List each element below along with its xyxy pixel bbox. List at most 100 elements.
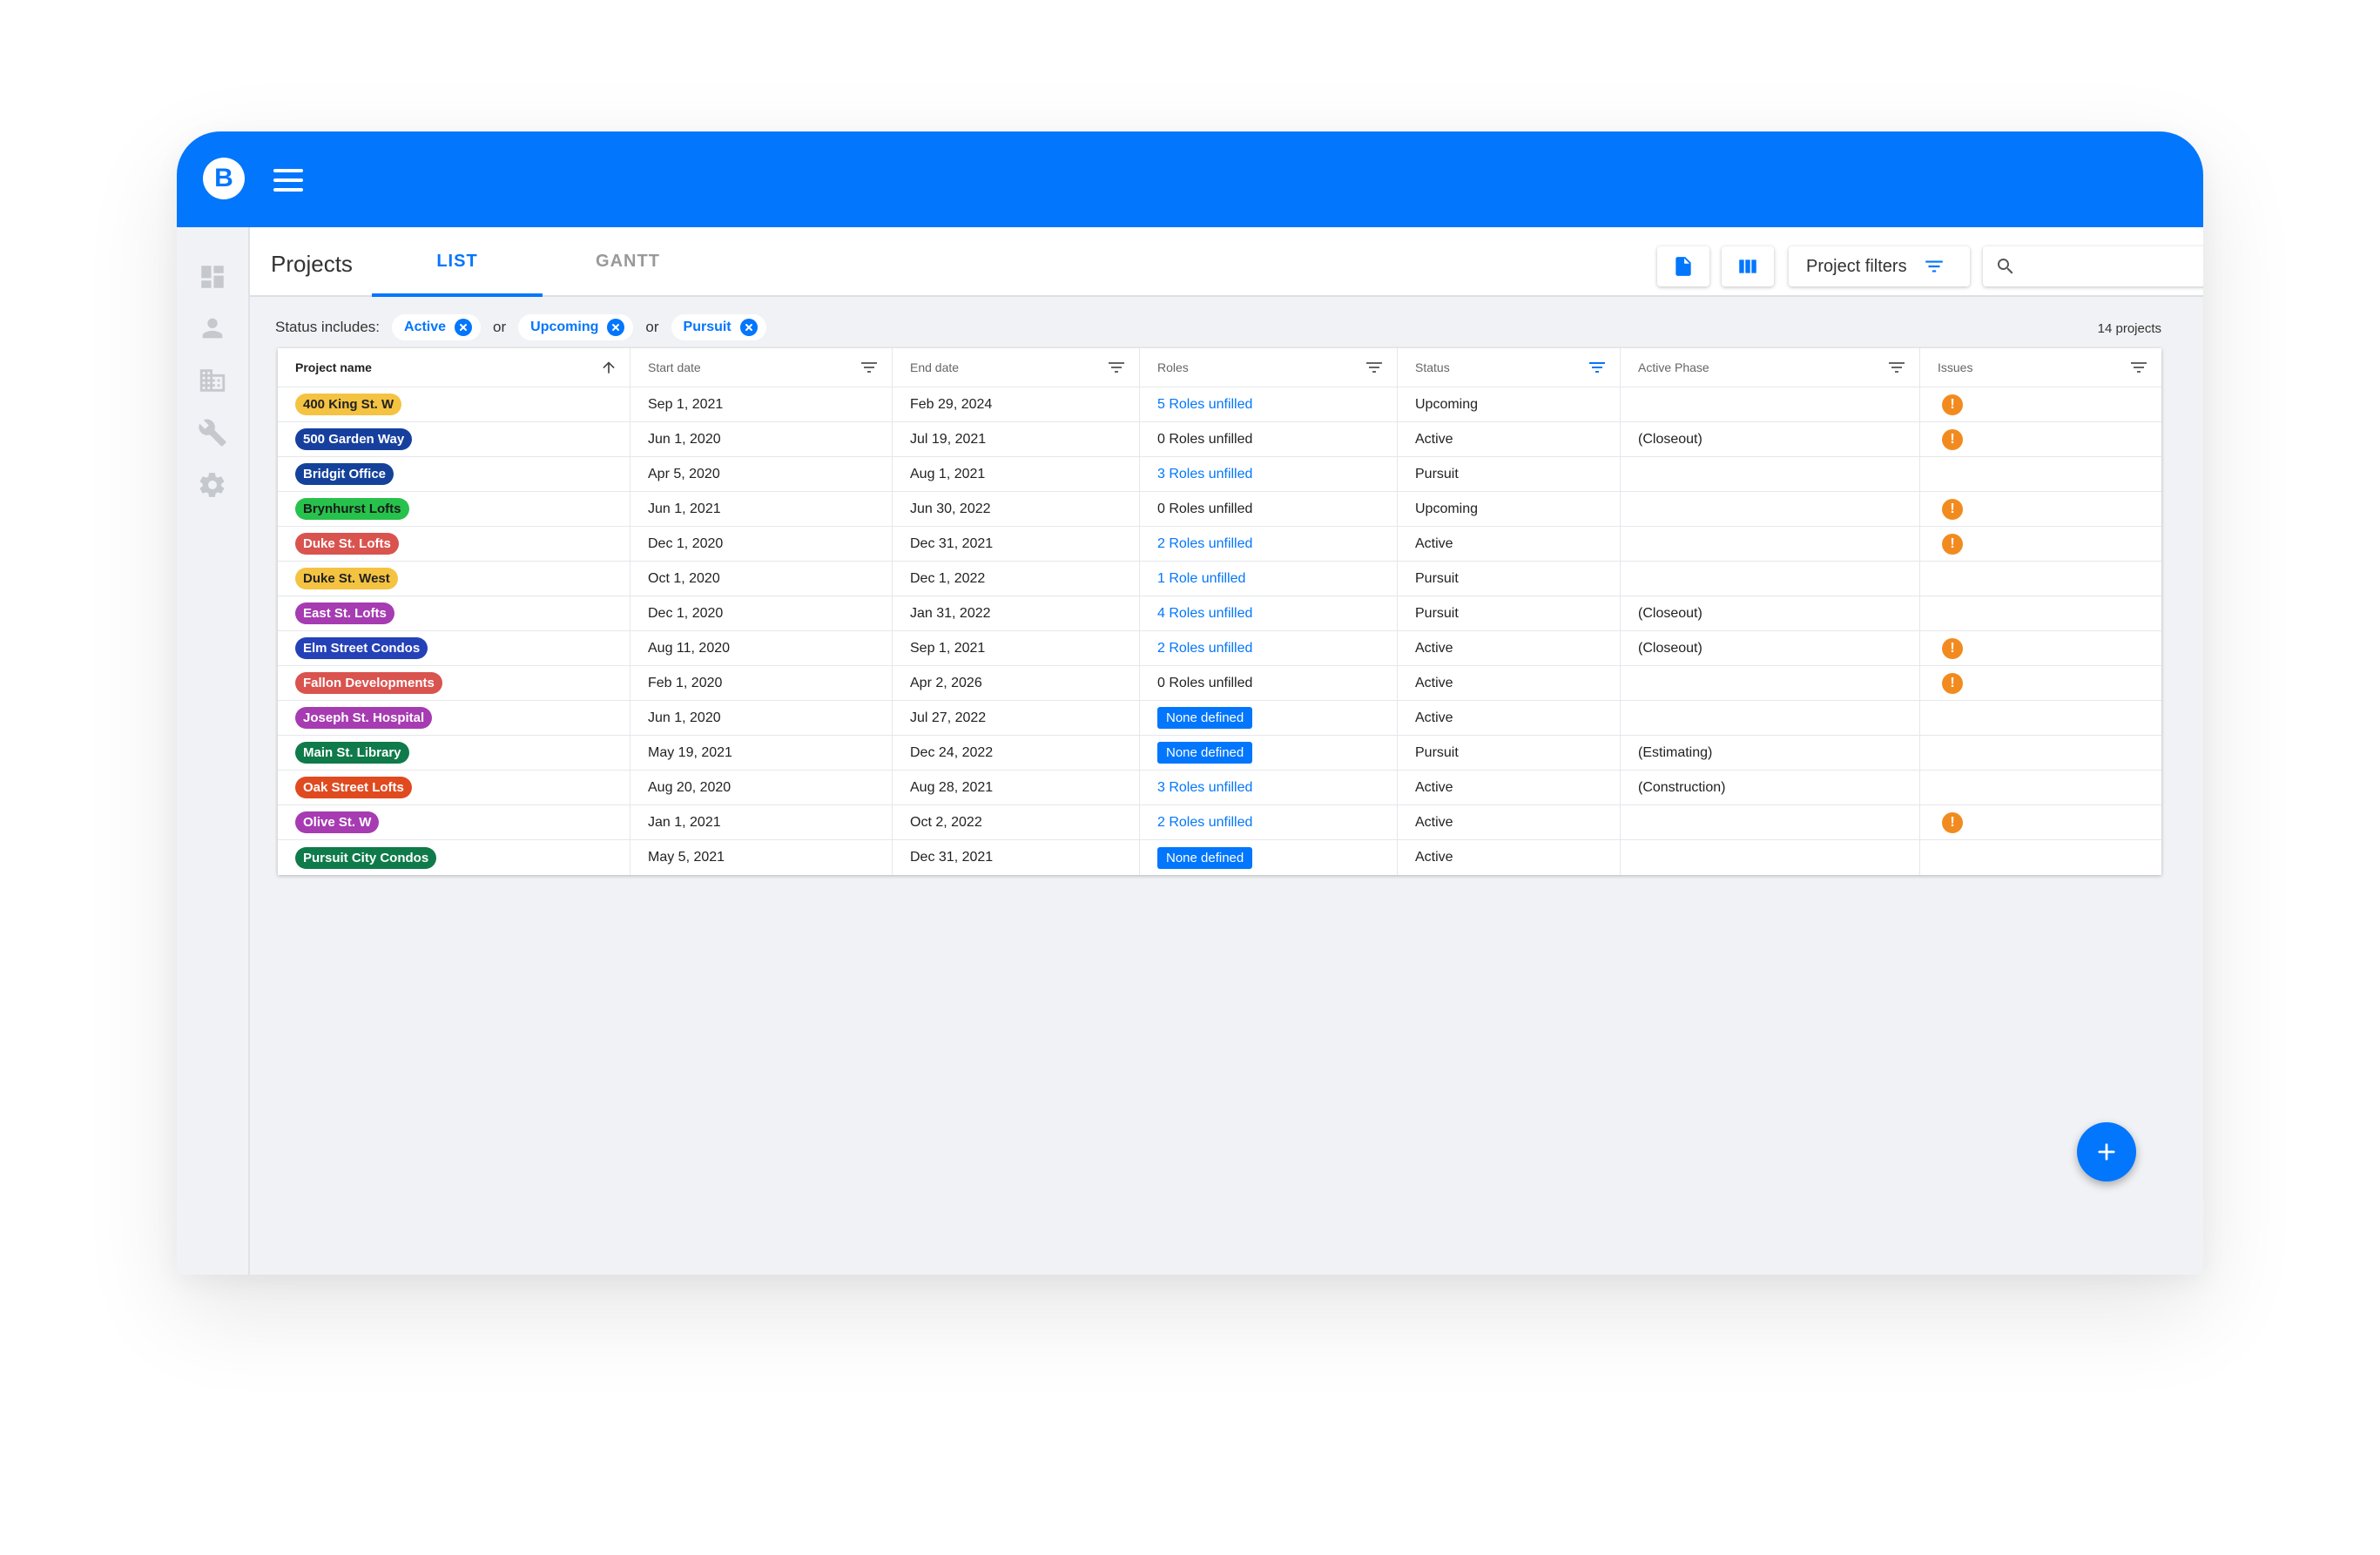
- project-name-pill[interactable]: Pursuit City Condos: [295, 846, 437, 869]
- table-row[interactable]: Bridgit Office Apr 5, 2020 Aug 1, 2021 3 Ro…: [278, 457, 2161, 492]
- column-header-active-phase[interactable]: Active Phase: [1621, 348, 1920, 387]
- status-filter-label: Status includes:: [275, 319, 381, 335]
- end-date-cell: Jun 30, 2022: [893, 492, 1140, 526]
- roles-cell: 3 Roles unfilled: [1140, 771, 1398, 804]
- roles-unfilled-link[interactable]: 2 Roles unfilled: [1157, 815, 1252, 831]
- gear-icon[interactable]: [198, 470, 227, 500]
- table-row[interactable]: Main St. Library May 19, 2021 Dec 24, 2022…: [278, 736, 2161, 771]
- menu-icon[interactable]: [273, 169, 303, 192]
- project-name-cell: Main St. Library: [278, 736, 630, 770]
- start-date-cell: Jun 1, 2020: [630, 422, 893, 456]
- chip-upcoming[interactable]: Upcoming: [518, 314, 634, 340]
- active-phase-cell: (Closeout): [1621, 422, 1920, 456]
- filter-icon[interactable]: [1364, 357, 1385, 378]
- status-cell: Active: [1398, 527, 1621, 561]
- roles-unfilled-link[interactable]: 2 Roles unfilled: [1157, 641, 1252, 656]
- roles-unfilled-link[interactable]: 3 Roles unfilled: [1157, 780, 1252, 796]
- filter-icon[interactable]: [1587, 357, 1608, 378]
- roles-none-defined-badge[interactable]: None defined: [1157, 846, 1253, 869]
- project-filters-button[interactable]: Project filters: [1789, 246, 1970, 286]
- table-row[interactable]: Fallon Developments Feb 1, 2020 Apr 2, 202…: [278, 666, 2161, 701]
- project-name-pill[interactable]: Main St. Library: [295, 742, 409, 764]
- chip-active[interactable]: Active: [392, 314, 482, 340]
- issue-warning-icon[interactable]: !: [1942, 428, 1963, 450]
- project-name-pill[interactable]: Fallon Developments: [295, 672, 442, 694]
- table-row[interactable]: Brynhurst Lofts Jun 1, 2021 Jun 30, 2022 0 …: [278, 492, 2161, 527]
- filter-icon[interactable]: [1886, 357, 1907, 378]
- columns-button[interactable]: [1722, 246, 1774, 286]
- filter-icon[interactable]: [1106, 357, 1127, 378]
- tab-gantt[interactable]: GANTT: [543, 252, 713, 272]
- filter-icon: [1925, 260, 1943, 273]
- dashboard-icon[interactable]: [198, 262, 227, 292]
- column-header-issues[interactable]: Issues: [1920, 348, 2161, 387]
- issue-warning-icon[interactable]: !: [1942, 533, 1963, 555]
- status-cell: Active: [1398, 701, 1621, 735]
- issue-warning-icon[interactable]: !: [1942, 672, 1963, 694]
- tab-list[interactable]: LIST: [372, 252, 543, 297]
- column-header-start-date[interactable]: Start date: [630, 348, 893, 387]
- close-icon[interactable]: [739, 319, 758, 336]
- project-name-pill[interactable]: Joseph St. Hospital: [295, 707, 433, 729]
- roles-unfilled-link[interactable]: 3 Roles unfilled: [1157, 467, 1252, 482]
- project-name-pill[interactable]: Olive St. W: [295, 811, 380, 833]
- close-icon[interactable]: [455, 319, 473, 336]
- roles-unfilled-link[interactable]: 2 Roles unfilled: [1157, 536, 1252, 552]
- active-phase-cell: (Estimating): [1621, 736, 1920, 770]
- column-header-project-name[interactable]: Project name: [278, 348, 630, 387]
- sort-up-icon[interactable]: [600, 359, 617, 376]
- column-header-roles[interactable]: Roles: [1140, 348, 1398, 387]
- column-header-status[interactable]: Status: [1398, 348, 1621, 387]
- filter-icon[interactable]: [859, 357, 880, 378]
- add-project-button[interactable]: [2077, 1122, 2136, 1181]
- chip-pursuit[interactable]: Pursuit: [671, 314, 766, 340]
- project-name-pill[interactable]: Bridgit Office: [295, 463, 394, 485]
- table-row[interactable]: 400 King St. W Sep 1, 2021 Feb 29, 2024 5 R…: [278, 387, 2161, 422]
- table-row[interactable]: Oak Street Lofts Aug 20, 2020 Aug 28, 2021…: [278, 771, 2161, 805]
- table-row[interactable]: 500 Garden Way Jun 1, 2020 Jul 19, 2021 0 R…: [278, 422, 2161, 457]
- project-name-pill[interactable]: Oak Street Lofts: [295, 777, 412, 798]
- roles-unfilled-link[interactable]: 4 Roles unfilled: [1157, 606, 1252, 622]
- project-name-pill[interactable]: 400 King St. W: [295, 394, 402, 415]
- roles-cell: 2 Roles unfilled: [1140, 805, 1398, 839]
- end-date-cell: Dec 31, 2021: [893, 840, 1140, 875]
- export-document-button[interactable]: [1657, 246, 1709, 286]
- issues-cell: !: [1920, 422, 2161, 456]
- search-input[interactable]: [2026, 253, 2203, 279]
- active-phase-cell: [1621, 562, 1920, 596]
- active-phase-cell: (Construction): [1621, 771, 1920, 804]
- project-name-pill[interactable]: East St. Lofts: [295, 602, 394, 624]
- issue-warning-icon[interactable]: !: [1942, 394, 1963, 415]
- project-name-pill[interactable]: Brynhurst Lofts: [295, 498, 409, 520]
- close-icon[interactable]: [607, 319, 625, 336]
- table-row[interactable]: Elm Street Condos Aug 11, 2020 Sep 1, 2021…: [278, 631, 2161, 666]
- issue-warning-icon[interactable]: !: [1942, 637, 1963, 659]
- issue-warning-icon[interactable]: !: [1942, 811, 1963, 833]
- roles-unfilled-link[interactable]: 5 Roles unfilled: [1157, 397, 1252, 413]
- table-row[interactable]: Duke St. Lofts Dec 1, 2020 Dec 31, 2021 2 R…: [278, 527, 2161, 562]
- app-logo[interactable]: B: [203, 158, 245, 199]
- project-name-cell: Elm Street Condos: [278, 631, 630, 665]
- project-name-cell: 500 Garden Way: [278, 422, 630, 456]
- status-cell: Active: [1398, 840, 1621, 875]
- issue-warning-icon[interactable]: !: [1942, 498, 1963, 520]
- wrench-icon[interactable]: [198, 418, 227, 448]
- table-row[interactable]: Olive St. W Jan 1, 2021 Oct 2, 2022 2 Roles…: [278, 805, 2161, 840]
- filter-icon[interactable]: [2128, 357, 2149, 378]
- table-row[interactable]: East St. Lofts Dec 1, 2020 Jan 31, 2022 4 R…: [278, 596, 2161, 631]
- table-row[interactable]: Joseph St. Hospital Jun 1, 2020 Jul 27, 20…: [278, 701, 2161, 736]
- column-header-end-date[interactable]: End date: [893, 348, 1140, 387]
- person-icon[interactable]: [198, 313, 227, 343]
- project-name-pill[interactable]: Duke St. West: [295, 568, 398, 589]
- active-phase-cell: [1621, 387, 1920, 421]
- roles-none-defined-badge[interactable]: None defined: [1157, 707, 1253, 729]
- project-name-pill[interactable]: 500 Garden Way: [295, 428, 413, 450]
- table-row[interactable]: Pursuit City Condos May 5, 2021 Dec 31, 20…: [278, 840, 2161, 875]
- building-icon[interactable]: [198, 366, 227, 395]
- roles-none-defined-badge[interactable]: None defined: [1157, 742, 1253, 764]
- project-name-pill[interactable]: Elm Street Condos: [295, 637, 428, 659]
- project-filters-label: Project filters: [1806, 256, 1907, 276]
- table-row[interactable]: Duke St. West Oct 1, 2020 Dec 1, 2022 1 Rol…: [278, 562, 2161, 596]
- roles-unfilled-link[interactable]: 1 Role unfilled: [1157, 571, 1245, 587]
- project-name-pill[interactable]: Duke St. Lofts: [295, 533, 399, 555]
